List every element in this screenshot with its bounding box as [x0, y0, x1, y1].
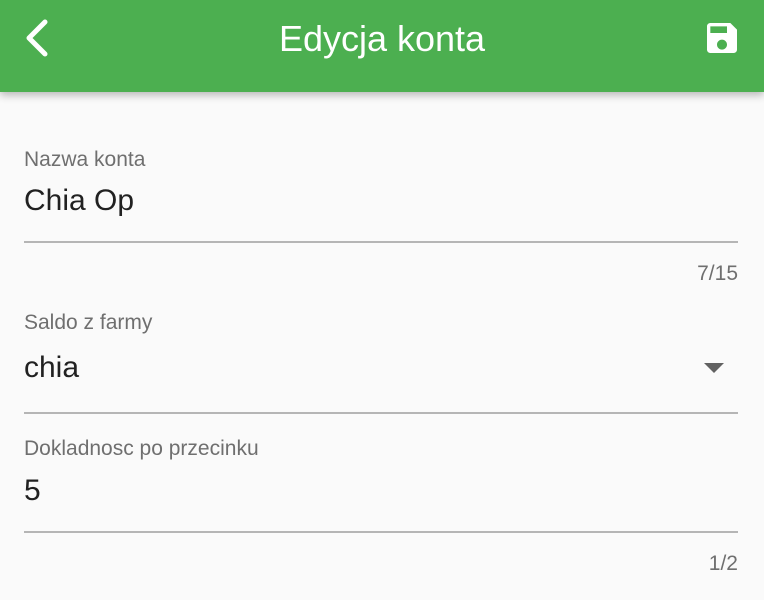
- decimal-precision-input[interactable]: 5: [24, 474, 41, 508]
- decimal-precision-field[interactable]: Dokladnosc po przecinku 5 1/2: [24, 92, 738, 582]
- save-button[interactable]: [696, 12, 748, 64]
- floppy-disk-icon: [707, 23, 737, 53]
- page-title: Edycja konta: [278, 18, 486, 59]
- decimal-precision-counter: 1/2: [708, 552, 738, 575]
- app-bar: Edycja konta: [0, 0, 764, 92]
- decimal-precision-underline: [24, 531, 738, 533]
- decimal-precision-label: Dokladnosc po przecinku: [24, 437, 259, 460]
- form-container: Nazwa konta Chia Op 7/15 Saldo z farmy c…: [0, 92, 764, 600]
